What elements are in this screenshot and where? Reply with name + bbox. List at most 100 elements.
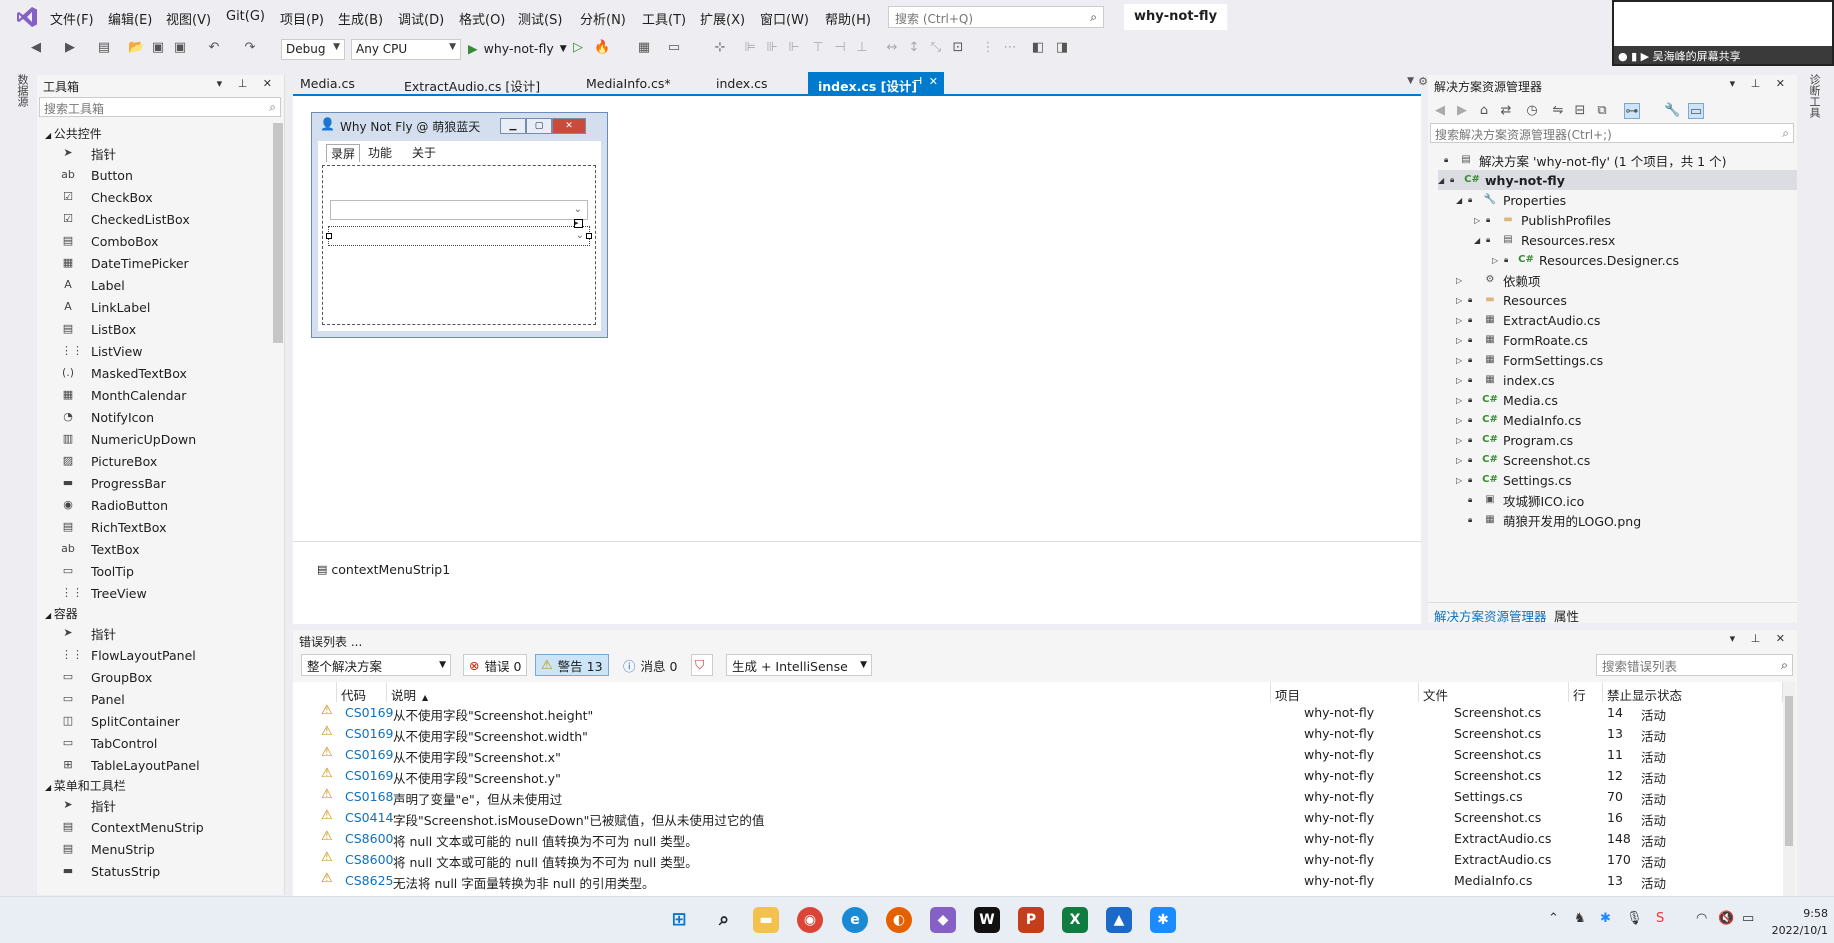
table-row[interactable]: ⚠ CS0168 声明了变量"e"，但从未使用过 why-not-fly Setting… [293,786,1783,807]
toolbox-item[interactable]: ⋮⋮ TreeView [61,583,147,603]
cell-code[interactable]: CS0169 [345,768,393,783]
toolbox-group-menus[interactable]: ◢ 菜单和工具栏 [45,777,126,794]
toolbox-item[interactable]: ▨ PictureBox [61,451,157,471]
speaker-icon[interactable]: 🔇 [1718,911,1734,926]
cell-code[interactable]: CS0169 [345,726,393,741]
messages-filter-button[interactable]: ⓘ 消息 0 [617,654,683,676]
column-header-description[interactable]: 说明 ▲ [387,682,1271,703]
excel-icon[interactable]: X [1062,907,1088,933]
collapsed-arrow-icon[interactable]: ▷ [1492,256,1504,265]
tree-node-item[interactable]: ▷ 🔒︎ C# MediaInfo.cs [1456,410,1581,430]
form-tab-record[interactable]: 录屏 [326,144,361,162]
menu-item[interactable]: 测试(S) [518,9,562,28]
column-header-code[interactable]: 代码 [337,682,387,703]
photos-icon[interactable]: ▲ [1106,907,1132,933]
collapsed-arrow-icon[interactable]: ▷ [1456,296,1468,305]
menu-item[interactable]: 帮助(H) [825,9,871,28]
start-debug-button[interactable]: ▶ why-not-fly ▼ [468,41,567,56]
open-folder-icon[interactable]: 📂 [128,40,144,56]
column-header-project[interactable]: 项目 [1271,682,1419,703]
table-row[interactable]: ⚠ CS0169 从不使用字段"Screenshot.y" why-not-fly Sc… [293,765,1783,786]
toolbox-item[interactable]: ☑ CheckBox [61,187,153,207]
size-to-grid-icon[interactable]: ⊡ [950,40,966,56]
tab-properties[interactable]: 属性 [1550,605,1583,626]
table-row[interactable]: ⚠ CS0169 从不使用字段"Screenshot.x" why-not-fly Sc… [293,744,1783,765]
toolbox-item[interactable]: ◉ RadioButton [61,495,168,515]
same-width-icon[interactable]: ↔ [884,40,900,56]
form-combobox-selected[interactable]: ⌄ ▸ [326,219,592,246]
tree-node-item[interactable]: ◢ 🔒︎ ▤ Resources.resx [1474,230,1615,250]
wifi-icon[interactable]: ◠ [1696,911,1707,926]
tab-extractaudio-design[interactable]: ExtractAudio.cs [设计] [394,72,550,94]
column-header-suppression[interactable]: 禁止显示状态 [1603,682,1783,703]
collapsed-arrow-icon[interactable]: ▷ [1456,396,1468,405]
data-sources-tab[interactable]: 数据源 [14,74,30,107]
start-without-debug-icon[interactable]: ▷ [570,40,586,56]
toolbox-scrollbar[interactable] [273,123,283,343]
new-item-icon[interactable]: ▤ [96,40,112,56]
collapsed-arrow-icon[interactable]: ▷ [1456,336,1468,345]
menu-item[interactable]: 扩展(X) [700,9,745,28]
tree-node-item[interactable]: ▷ 🔒︎ ▦ FormRoate.cs [1456,330,1588,350]
spacing-icon[interactable]: ⋮ [980,40,996,56]
menu-item[interactable]: 工具(T) [642,9,686,28]
collapsed-arrow-icon[interactable]: ▷ [1474,216,1486,225]
save-all-icon[interactable]: ▣ [172,40,188,56]
toolbox-item[interactable]: ◫ SplitContainer [61,711,180,731]
toolbox-item[interactable]: ☑ CheckedListBox [61,209,190,229]
forward-icon[interactable]: ▶ [62,40,78,56]
toolbox-item[interactable]: A Label [61,275,125,295]
diagnostic-tools-tab[interactable]: 诊断工具 [1806,74,1822,118]
history-icon[interactable]: ◷ [1524,103,1540,119]
pinned-app-icon[interactable]: ✱ [1150,907,1176,933]
context-menu-strip-component[interactable]: ▤ contextMenuStrip1 [317,562,450,577]
show-all-files-icon[interactable]: ⧉ [1594,103,1610,119]
send-to-back-icon[interactable]: ◨ [1054,40,1070,56]
tree-node-project[interactable]: ◢ 🔒︎ C# why-not-fly [1438,170,1797,190]
filter-button[interactable]: ⛉ [691,654,713,676]
align-grid-icon[interactable]: ⊹ [712,40,728,56]
tab-overflow-icon[interactable]: ▼ [1407,76,1414,86]
global-search-input[interactable]: 搜索 (Ctrl+Q) ⌕ [888,6,1104,28]
expanded-arrow-icon[interactable]: ◢ [1438,176,1450,185]
firefox-icon[interactable]: ◐ [886,907,912,933]
properties-wrench-icon[interactable]: 🔧 [1664,103,1680,119]
menu-item[interactable]: 调试(D) [398,9,444,28]
cell-code[interactable]: CS0168 [345,789,393,804]
toolbox-item[interactable]: (.) MaskedTextBox [61,363,187,383]
form-preview-window[interactable]: 👤 Why Not Fly @ 萌狼蓝天 ▁ ▢ ✕ 录屏 功能 关于 ⌄ ⌄ … [311,112,608,338]
layout-icon[interactable]: ▭ [666,40,682,56]
cell-code[interactable]: CS0169 [345,747,393,762]
windows-start-icon[interactable]: ⊞ [666,907,692,933]
toolbox-item[interactable]: ▬ ProgressBar [61,473,166,493]
sync-icon[interactable]: ⇋ [1550,103,1566,119]
resize-handle-left[interactable] [326,233,332,239]
table-row[interactable]: ⚠ CS8600 将 null 文本或可能的 null 值转换为不可为 null 类… [293,828,1783,849]
tree-node-item[interactable]: ▷ 🔒︎ ▦ index.cs [1456,370,1555,390]
table-row[interactable]: ⚠ CS8625 无法将 null 字面量转换为非 null 的引用类型。 why-n… [293,870,1783,891]
expanded-arrow-icon[interactable]: ◢ [1474,236,1486,245]
error-list-scrollbar[interactable] [1783,682,1795,896]
tree-node-item[interactable]: 🔒︎ ▣ 攻城狮ICO.ico [1456,490,1584,510]
collapsed-arrow-icon[interactable]: ▷ [1456,276,1468,285]
cell-code[interactable]: CS0414 [345,810,393,825]
tree-node-item[interactable]: ▷ ⚙ 依赖项 [1456,270,1541,290]
collapsed-arrow-icon[interactable]: ▷ [1456,436,1468,445]
align-bottom-icon[interactable]: ⊥ [854,40,870,56]
microphone-icon[interactable]: 🎙 [1626,911,1643,926]
collapsed-arrow-icon[interactable]: ▷ [1456,316,1468,325]
toolbox-item[interactable]: ⋮⋮ FlowLayoutPanel [61,645,196,665]
resize-handle-right[interactable] [586,233,592,239]
chrome-icon[interactable]: ◉ [797,907,823,933]
back-icon[interactable]: ◀ [1432,103,1448,119]
build-filter-select[interactable]: 生成 + IntelliSense ▼ [726,654,872,676]
tree-node-item[interactable]: ▷ 🔒︎ ▦ FormSettings.cs [1456,350,1603,370]
toolbox-item[interactable]: ▬ StatusStrip [61,861,160,881]
collapse-all-icon[interactable]: ⊟ [1572,103,1588,119]
tray-app-icon[interactable]: ♞ [1574,911,1586,926]
collapsed-arrow-icon[interactable]: ▷ [1456,416,1468,425]
cell-code[interactable]: CS0169 [345,705,393,720]
pin-icon[interactable]: ⊣ [913,76,922,87]
same-height-icon[interactable]: ↕ [906,40,922,56]
screen-share-bar[interactable]: ● ▮ ▶ 吴海峰的屏幕共享 [1614,46,1832,64]
